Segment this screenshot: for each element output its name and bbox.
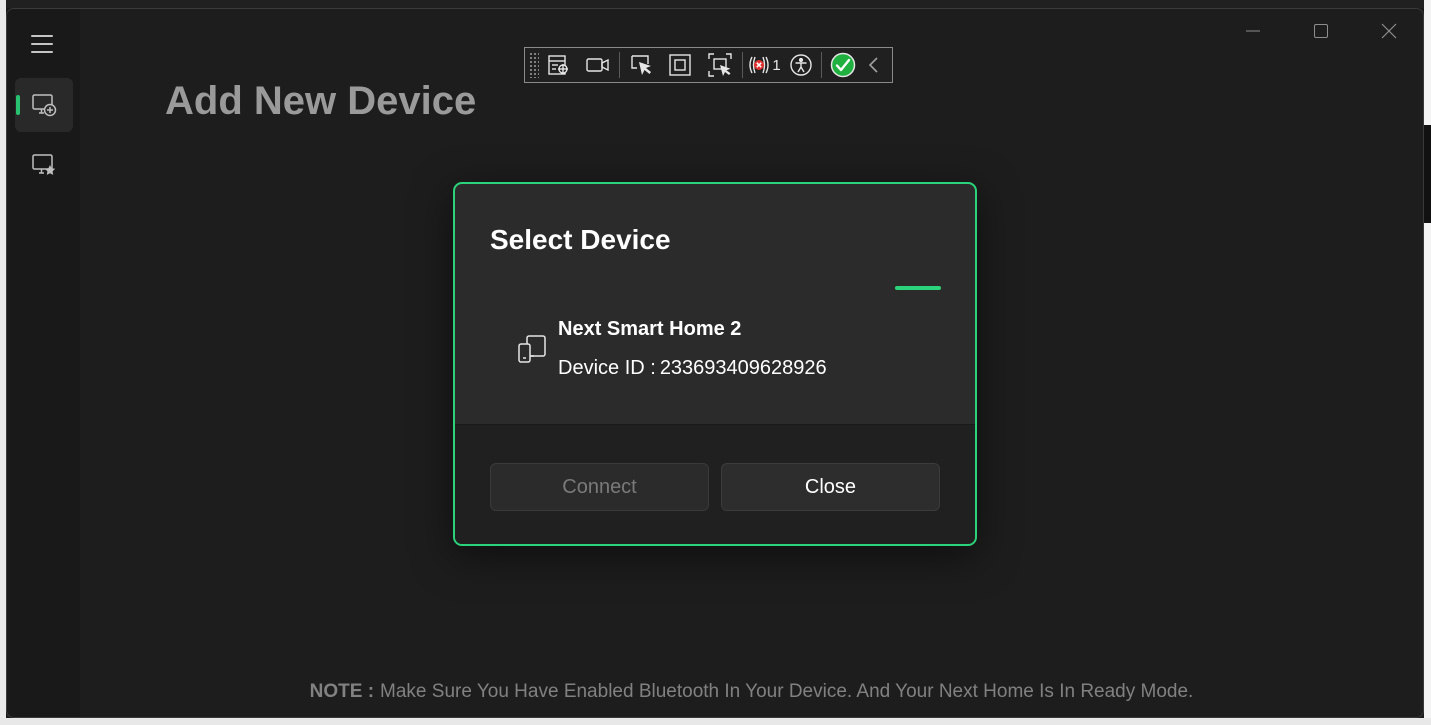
background-window-dark-block: [1424, 125, 1431, 223]
accessibility-button[interactable]: [783, 48, 819, 82]
accessibility-errors-button[interactable]: 1: [745, 48, 783, 82]
device-list-item[interactable]: Next Smart Home 2 Device ID :23369340962…: [515, 314, 915, 384]
background-window-strip: [0, 0, 1431, 8]
grip-handle-icon[interactable]: [529, 52, 539, 78]
dialog-footer: Connect Close: [455, 424, 975, 544]
connect-button[interactable]: Connect: [490, 463, 709, 511]
accessibility-errors-icon: [749, 56, 770, 74]
device-icon: [518, 335, 546, 363]
record-video-button[interactable]: [579, 48, 617, 82]
error-count: 1: [772, 56, 781, 74]
device-id-label: Device ID :: [558, 357, 656, 379]
toolbar-divider: [821, 52, 822, 78]
check-status-button[interactable]: [824, 48, 862, 82]
focus-frame-button[interactable]: [660, 48, 700, 82]
toolbar-divider: [742, 52, 743, 78]
background-window-bottom: [0, 718, 1431, 725]
select-device-dialog: Select Device Next Smart Home 2 Device I…: [453, 182, 977, 546]
debug-toolbar: 1: [524, 47, 893, 83]
dialog-title: Select Device: [490, 224, 671, 255]
scanning-progress-indicator: [895, 286, 941, 290]
region-select-icon: [708, 53, 732, 77]
collapse-chevron-icon: [868, 57, 878, 73]
device-name: Next Smart Home 2: [558, 318, 742, 340]
select-element-icon: [548, 55, 568, 75]
check-ok-icon: [830, 52, 856, 78]
pointer-select-icon: [631, 55, 651, 75]
device-id: Device ID :233693409628926: [558, 357, 827, 380]
device-id-value: 233693409628926: [659, 357, 827, 379]
close-button[interactable]: Close: [721, 463, 940, 511]
focus-frame-icon: [669, 54, 691, 76]
pointer-select-button[interactable]: [622, 48, 660, 82]
background-window-right: [1424, 0, 1431, 725]
region-select-button[interactable]: [700, 48, 740, 82]
toolbar-divider: [619, 52, 620, 78]
collapse-toolbar-button[interactable]: [862, 48, 886, 82]
select-element-button[interactable]: [539, 48, 579, 82]
accessibility-icon: [790, 54, 812, 76]
record-video-icon: [586, 58, 609, 72]
